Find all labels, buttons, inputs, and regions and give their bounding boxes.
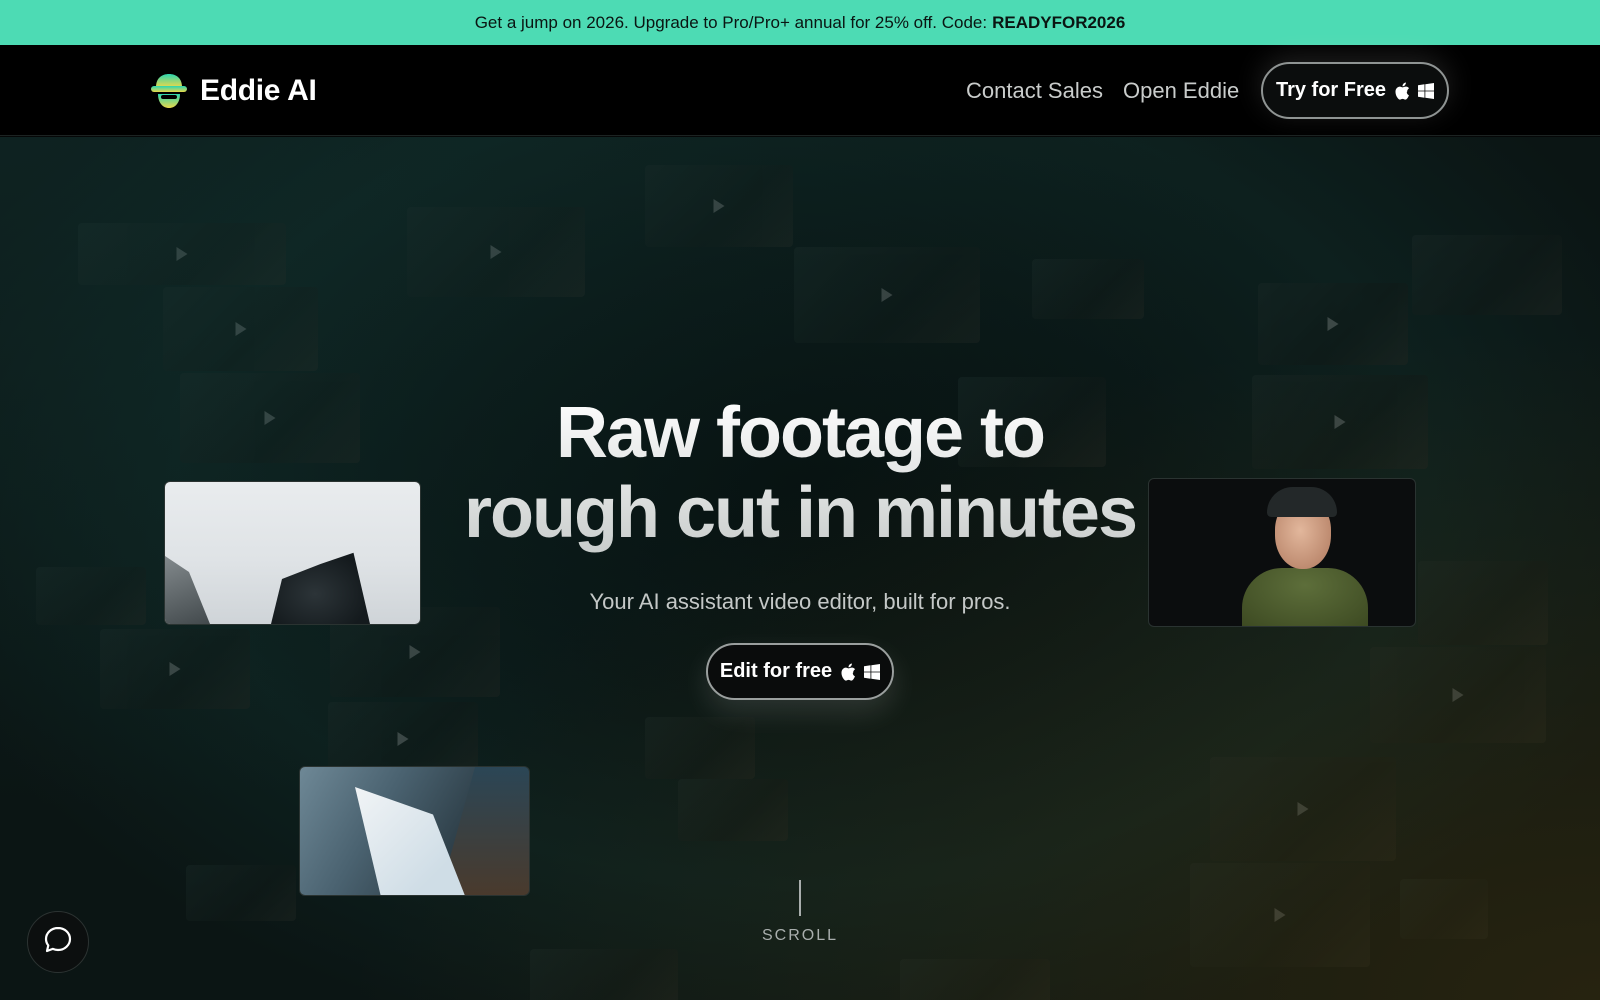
- play-icon: [176, 247, 188, 261]
- brand-name: Eddie AI: [200, 74, 317, 107]
- try-for-free-button[interactable]: Try for Free: [1261, 62, 1449, 119]
- play-icon: [397, 732, 409, 746]
- background-video-tile: [1190, 863, 1370, 967]
- contact-sales-link[interactable]: Contact Sales: [966, 78, 1103, 104]
- open-eddie-link[interactable]: Open Eddie: [1123, 78, 1239, 104]
- background-video-tile: [1252, 375, 1428, 469]
- background-video-tile: [328, 702, 478, 776]
- play-icon: [409, 645, 421, 659]
- background-video-tile: [645, 717, 755, 779]
- background-video-tile: [900, 959, 1050, 1000]
- background-video-tile: [407, 207, 585, 297]
- background-video-tile: [1412, 235, 1562, 315]
- play-icon: [1274, 908, 1286, 922]
- background-video-tile: [645, 165, 793, 247]
- apple-icon: [840, 663, 856, 681]
- play-icon: [169, 662, 181, 676]
- promo-code: READYFOR2026: [992, 12, 1126, 32]
- play-icon: [264, 411, 276, 425]
- scroll-indicator-label[interactable]: SCROLL: [700, 927, 900, 945]
- eddie-logo-icon: [150, 73, 188, 109]
- background-video-tile: [1370, 647, 1546, 743]
- background-video-tile: [794, 247, 980, 343]
- play-icon: [490, 245, 502, 259]
- scroll-indicator-line: [799, 880, 801, 916]
- windows-icon: [1418, 82, 1435, 99]
- play-icon: [1327, 317, 1339, 331]
- try-for-free-label: Try for Free: [1275, 79, 1387, 101]
- hero-headline: Raw footage to rough cut in minutes: [400, 393, 1200, 553]
- background-video-tile: [1258, 283, 1408, 365]
- background-video-tile: [163, 287, 318, 371]
- background-video-tile: [530, 949, 678, 1000]
- promo-banner[interactable]: Get a jump on 2026. Upgrade to Pro/Pro+ …: [0, 0, 1600, 45]
- chat-bubble-icon: [42, 924, 74, 961]
- hero-subtitle: Your AI assistant video editor, built fo…: [589, 589, 1011, 614]
- background-video-tile: [186, 865, 296, 921]
- brand-logo-link[interactable]: Eddie AI: [150, 73, 317, 109]
- apple-icon: [1394, 82, 1410, 100]
- edit-for-free-label: Edit for free: [719, 660, 833, 682]
- hero-section: Raw footage to rough cut in minutes Your…: [0, 137, 1600, 1000]
- video-thumbnail-snow-climber: [164, 481, 421, 625]
- background-video-tile: [180, 373, 360, 463]
- video-thumbnail-ice-mountain: [299, 766, 530, 896]
- background-video-tile: [36, 567, 146, 625]
- hero-headline-line1: Raw footage to: [556, 393, 1044, 473]
- promo-text: Get a jump on 2026. Upgrade to Pro/Pro+ …: [474, 12, 988, 32]
- play-icon: [235, 322, 246, 336]
- background-video-tile: [1210, 757, 1396, 861]
- play-icon: [881, 288, 893, 302]
- background-video-tile: [78, 223, 286, 285]
- play-icon: [1297, 802, 1309, 816]
- play-icon: [713, 199, 725, 213]
- background-video-tile: [1418, 561, 1548, 645]
- background-video-tile: [1032, 259, 1144, 319]
- background-video-tile: [100, 629, 250, 709]
- play-icon: [1334, 415, 1346, 429]
- hero-headline-line2: rough cut in minutes: [464, 473, 1136, 553]
- play-icon: [1452, 688, 1464, 702]
- top-nav: Eddie AI Contact Sales Open Eddie Try fo…: [0, 45, 1600, 136]
- background-video-tile: [678, 779, 788, 841]
- edit-for-free-button[interactable]: Edit for free: [706, 643, 894, 700]
- background-video-tile: [1400, 879, 1488, 939]
- chat-widget-button[interactable]: [27, 911, 89, 973]
- windows-icon: [864, 663, 881, 680]
